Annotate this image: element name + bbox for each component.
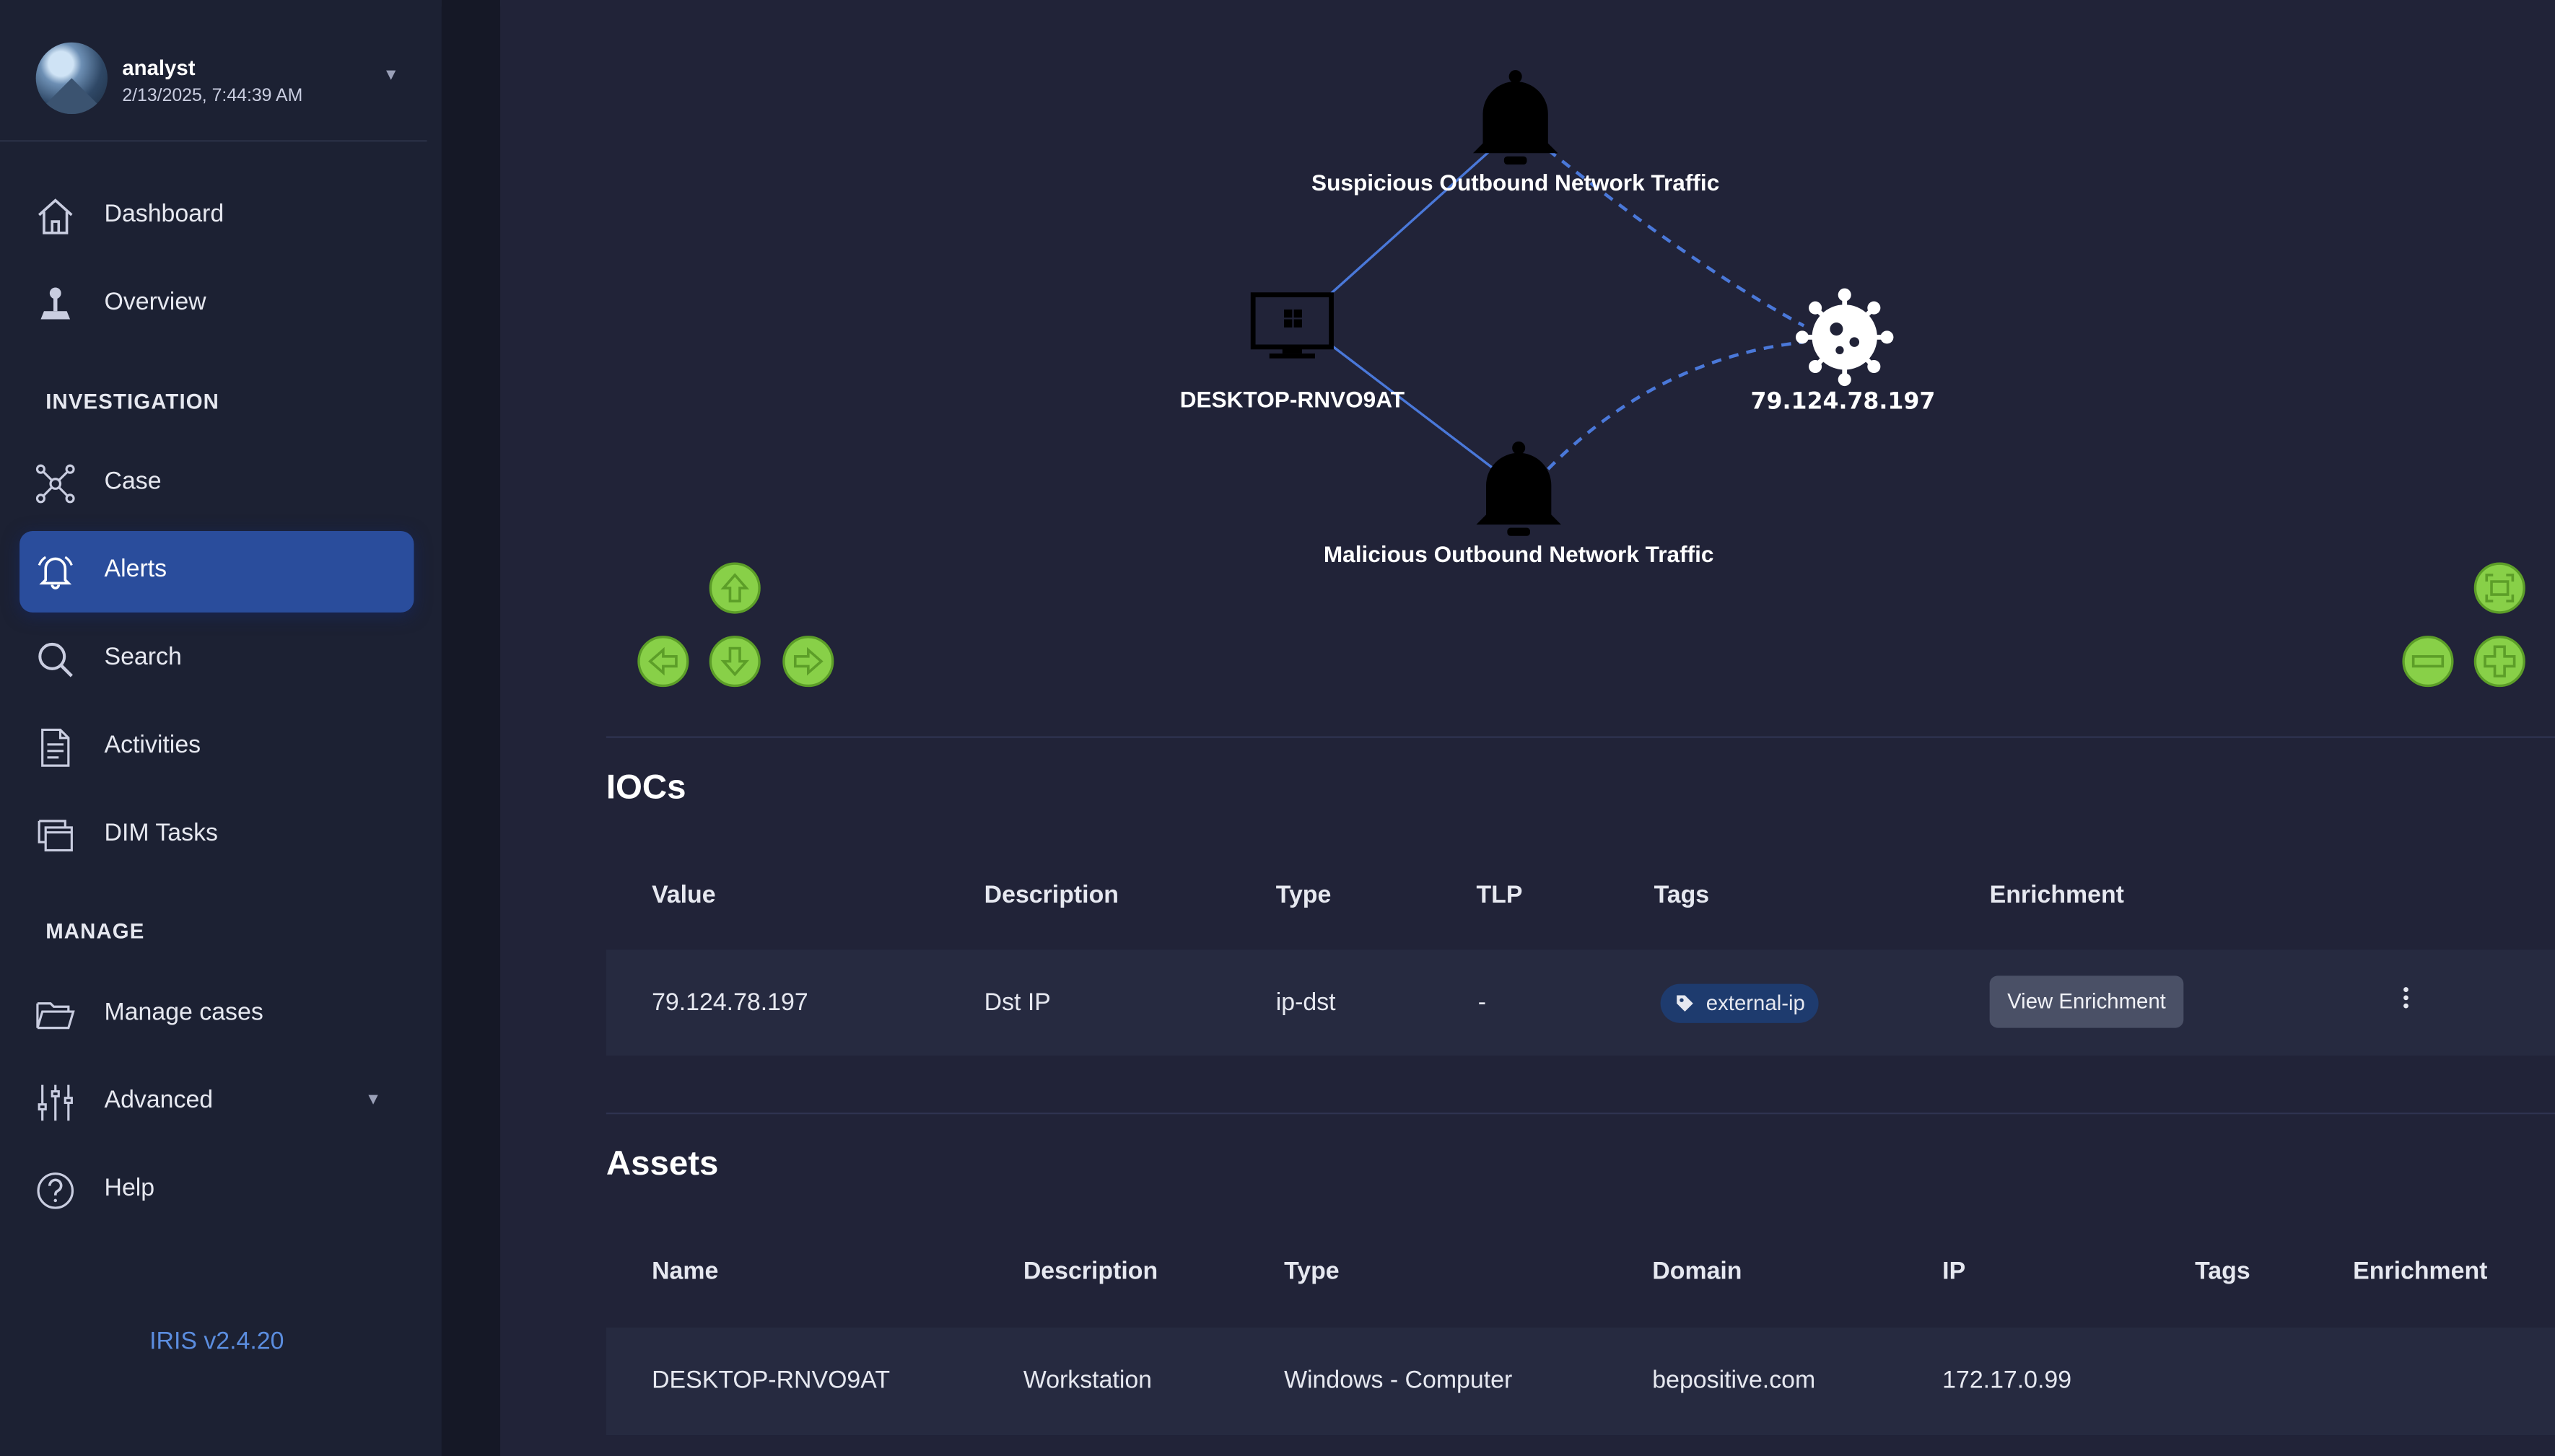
sidebar-item-dim-tasks[interactable]: DIM Tasks <box>19 795 414 877</box>
sidebar-item-advanced[interactable]: Advanced ▼ <box>19 1062 414 1144</box>
sidebar-item-label: Advanced <box>104 1086 214 1115</box>
alert-graph[interactable]: Suspicious Outbound Network Traffic DESK… <box>500 0 2555 733</box>
sidebar-item-alerts[interactable]: Alerts <box>19 531 414 613</box>
sidebar-item-dashboard[interactable]: Dashboard <box>19 176 414 258</box>
column-header[interactable]: IP <box>1942 1258 1965 1285</box>
asset-domain: bepositive.com <box>1652 1367 1816 1395</box>
sidebar: analyst 2/13/2025, 7:44:39 AM ▼ Dashboar… <box>0 0 442 1456</box>
column-header[interactable]: TLP <box>1476 881 1522 908</box>
computer-icon[interactable] <box>1250 292 1334 359</box>
table-row[interactable]: DESKTOP-RNVO9AT Workstation Windows - Co… <box>606 1328 2555 1436</box>
table-row[interactable]: 79.124.78.197 Dst IP ip-dst - external-i… <box>606 950 2555 1056</box>
bell-icon <box>38 556 73 589</box>
network-icon <box>35 464 75 504</box>
column-header[interactable]: Tags <box>1654 881 1710 908</box>
node-label: Malicious Outbound Network Traffic <box>1324 541 1714 567</box>
tag-label: external-ip <box>1705 990 1805 1015</box>
user-datetime: 2/13/2025, 7:44:39 AM <box>122 86 303 106</box>
column-header[interactable]: Type <box>1284 1258 1340 1285</box>
folder-open-icon <box>36 1002 75 1030</box>
ioc-description: Dst IP <box>984 988 1051 1017</box>
sidebar-item-label: Alerts <box>104 555 167 584</box>
zoom-in-button[interactable] <box>2473 636 2525 688</box>
column-header[interactable]: Name <box>652 1258 718 1285</box>
sidebar-item-label: DIM Tasks <box>104 819 218 848</box>
column-header[interactable]: Value <box>652 881 716 908</box>
bell-icon[interactable] <box>1472 70 1558 165</box>
windows-stack-icon <box>38 820 73 852</box>
sidebar-item-search[interactable]: Search <box>19 619 414 701</box>
asset-description: Workstation <box>1023 1367 1153 1395</box>
zoom-out-button[interactable] <box>2402 636 2454 688</box>
ioc-value[interactable]: 79.124.78.197 <box>652 988 808 1016</box>
ioc-type: ip-dst <box>1275 988 1336 1017</box>
asset-type: Windows - Computer <box>1284 1367 1513 1395</box>
section-investigation: INVESTIGATION <box>45 389 220 414</box>
app-root: analyst 2/13/2025, 7:44:39 AM ▼ Dashboar… <box>0 0 2555 1456</box>
user-menu[interactable]: analyst 2/13/2025, 7:44:39 AM ▼ <box>35 42 411 118</box>
chevron-down-icon[interactable]: ▼ <box>365 1092 381 1110</box>
virus-icon[interactable] <box>1795 288 1894 387</box>
divider <box>0 140 427 142</box>
sidebar-gutter <box>441 0 501 1456</box>
sidebar-item-label: Case <box>104 467 162 496</box>
tag-icon <box>1677 995 1693 1012</box>
node-label: 79.124.78.197 <box>1751 389 1936 415</box>
sidebar-item-label: Search <box>104 643 182 672</box>
search-icon <box>38 642 73 677</box>
tag-badge[interactable]: external-ip <box>1660 983 1819 1023</box>
sidebar-item-label: Dashboard <box>104 200 224 229</box>
sidebar-item-label: Activities <box>104 731 201 760</box>
chevron-down-icon[interactable]: ▼ <box>383 67 399 85</box>
sidebar-item-activities[interactable]: Activities <box>19 707 414 789</box>
user-name: analyst <box>122 55 196 80</box>
pan-down-button[interactable] <box>709 636 761 688</box>
main-content: Suspicious Outbound Network Traffic DESK… <box>500 0 2555 1456</box>
sliders-icon <box>38 1084 73 1121</box>
sidebar-item-case[interactable]: Case <box>19 443 414 525</box>
avatar[interactable] <box>35 42 108 115</box>
pan-right-button[interactable] <box>782 636 834 688</box>
document-icon <box>41 728 70 767</box>
column-header[interactable]: Type <box>1276 881 1332 908</box>
sidebar-item-label: Help <box>104 1174 155 1203</box>
version-link[interactable]: IRIS v2.4.20 <box>0 1328 434 1355</box>
column-header[interactable]: Enrichment <box>1990 881 2124 908</box>
sidebar-item-label: Overview <box>104 288 206 316</box>
iocs-title: IOCs <box>606 768 686 807</box>
divider <box>606 736 2555 738</box>
fit-view-button[interactable] <box>2473 562 2525 614</box>
column-header[interactable]: Domain <box>1652 1258 1742 1285</box>
more-options-icon[interactable] <box>2398 986 2411 1018</box>
question-icon <box>37 1172 74 1209</box>
sidebar-item-label: Manage cases <box>104 998 263 1027</box>
sidebar-item-overview[interactable]: Overview <box>19 264 414 346</box>
sidebar-item-manage-cases[interactable]: Manage cases <box>19 974 414 1056</box>
node-label: Suspicious Outbound Network Traffic <box>1311 170 1719 196</box>
column-header[interactable]: Enrichment <box>2353 1258 2487 1285</box>
column-header[interactable]: Description <box>1023 1258 1158 1285</box>
sidebar-item-help[interactable]: Help <box>19 1150 414 1232</box>
view-enrichment-button[interactable]: View Enrichment <box>1989 975 2184 1028</box>
column-header[interactable]: Tags <box>2195 1258 2250 1285</box>
divider <box>606 1113 2555 1115</box>
section-manage: MANAGE <box>45 918 145 944</box>
ioc-tlp: - <box>1477 988 1487 1017</box>
assets-title: Assets <box>606 1145 719 1183</box>
pan-up-button[interactable] <box>709 562 761 614</box>
bell-icon[interactable] <box>1476 441 1561 536</box>
node-label: DESKTOP-RNVO9AT <box>1180 386 1405 412</box>
asset-name[interactable]: DESKTOP-RNVO9AT <box>652 1367 890 1394</box>
asset-ip: 172.17.0.99 <box>1942 1367 2072 1395</box>
home-icon <box>38 198 73 234</box>
column-header[interactable]: Description <box>984 881 1119 908</box>
joystick-icon <box>40 287 71 320</box>
pan-left-button[interactable] <box>637 636 689 688</box>
